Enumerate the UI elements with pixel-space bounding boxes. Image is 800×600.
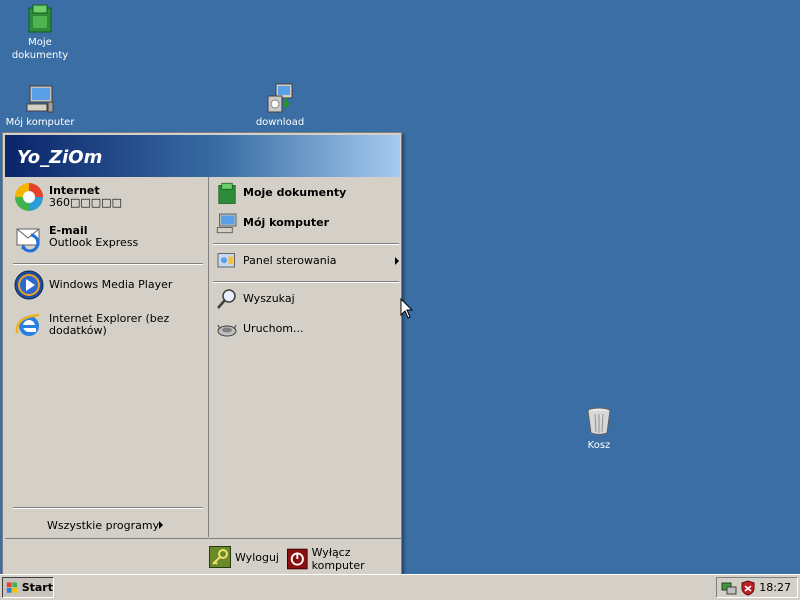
power-icon <box>287 548 308 570</box>
mouse-cursor-icon <box>400 298 414 319</box>
windows-logo-icon <box>6 581 18 593</box>
desktop-icon-label: Mój komputer <box>5 117 75 128</box>
menu-separator <box>13 507 203 509</box>
menu-item-subtitle: Outlook Express <box>49 236 139 249</box>
start-menu-right-pane: Moje dokumenty Mój komputer Panel sterow… <box>208 177 401 537</box>
outlook-express-icon <box>13 221 45 253</box>
desktop-icon-download[interactable]: download <box>240 82 320 129</box>
security-shield-tray-icon[interactable] <box>740 579 756 596</box>
shutdown-label: Wyłącz komputer <box>311 546 365 572</box>
folder-documents-icon <box>28 4 52 33</box>
shutdown-button[interactable]: Wyłącz komputer <box>287 546 401 572</box>
menu-item-title: Panel sterowania <box>243 254 337 267</box>
menu-item-windows-media-player[interactable]: Windows Media Player <box>13 269 172 301</box>
taskbar: Start 18:27 <box>0 574 800 600</box>
network-tray-icon[interactable] <box>721 580 737 596</box>
desktop-icon-recycle-bin[interactable]: Kosz <box>559 405 639 452</box>
submenu-arrow-icon <box>159 521 163 529</box>
control-panel-icon <box>215 249 239 273</box>
menu-item-internet-explorer[interactable]: Internet Explorer (bez dodatków) <box>13 309 169 341</box>
user-name: Yo_ZiOm <box>17 147 103 168</box>
all-programs-label: Wszystkie programy <box>47 518 160 532</box>
desktop-icon-label: Kosz <box>587 440 611 451</box>
menu-separator <box>13 263 203 265</box>
start-menu: Yo_ZiOm Internet 360□□□□□ E-mail Outlook… <box>2 132 402 576</box>
all-programs-button[interactable]: Wszystkie programy <box>47 517 197 533</box>
folder-documents-icon <box>215 181 239 205</box>
menu-item-control-panel[interactable]: Panel sterowania <box>215 249 399 273</box>
menu-separator <box>213 281 399 283</box>
menu-item-my-documents[interactable]: Moje dokumenty <box>215 181 346 205</box>
computer-icon <box>215 211 239 235</box>
desktop-icon-label: dokumenty <box>11 50 69 61</box>
clock[interactable]: 18:27 <box>759 581 791 594</box>
menu-item-title-continued: dodatków) <box>49 324 107 337</box>
start-menu-left-pane: Internet 360□□□□□ E-mail Outlook Express <box>5 177 207 537</box>
menu-item-title: Uruchom... <box>243 322 304 335</box>
start-label: Start <box>21 581 53 594</box>
system-tray: 18:27 <box>716 577 798 598</box>
menu-separator <box>213 243 399 245</box>
menu-item-subtitle: 360□□□□□ <box>49 196 122 209</box>
desktop-icon-my-documents[interactable]: Moje dokumenty <box>0 2 80 62</box>
menu-item-search[interactable]: Wyszukaj <box>215 287 295 311</box>
start-menu-footer: Wyloguj Wyłącz komputer <box>5 538 401 575</box>
desktop-icon-label: Moje <box>28 37 52 48</box>
key-icon <box>209 546 231 568</box>
menu-item-title: Wyszukaj <box>243 292 295 305</box>
menu-item-email[interactable]: E-mail Outlook Express <box>13 221 138 253</box>
start-button[interactable]: Start <box>2 577 54 598</box>
menu-item-title: Moje dokumenty <box>243 186 347 199</box>
internet-explorer-icon <box>13 309 45 341</box>
menu-item-internet[interactable]: Internet 360□□□□□ <box>13 181 122 213</box>
menu-item-run[interactable]: Uruchom... <box>215 317 304 341</box>
menu-item-title: Mój komputer <box>243 216 329 229</box>
media-player-icon <box>13 269 45 301</box>
recycle-bin-icon <box>587 407 611 435</box>
run-icon <box>215 317 239 341</box>
menu-item-my-computer[interactable]: Mój komputer <box>215 211 329 235</box>
submenu-arrow-icon <box>395 257 399 265</box>
start-menu-header: Yo_ZiOm <box>5 135 400 177</box>
desktop-icon-my-computer[interactable]: Mój komputer <box>0 82 80 129</box>
magnifier-icon <box>215 287 239 311</box>
computer-icon <box>26 85 54 113</box>
logoff-button[interactable]: Wyloguj <box>209 546 279 568</box>
browser-360-icon <box>13 181 45 213</box>
installer-icon <box>267 83 293 113</box>
desktop-icon-label: download <box>255 117 305 128</box>
logoff-label: Wyloguj <box>235 550 279 564</box>
menu-item-title: Windows Media Player <box>49 278 173 291</box>
